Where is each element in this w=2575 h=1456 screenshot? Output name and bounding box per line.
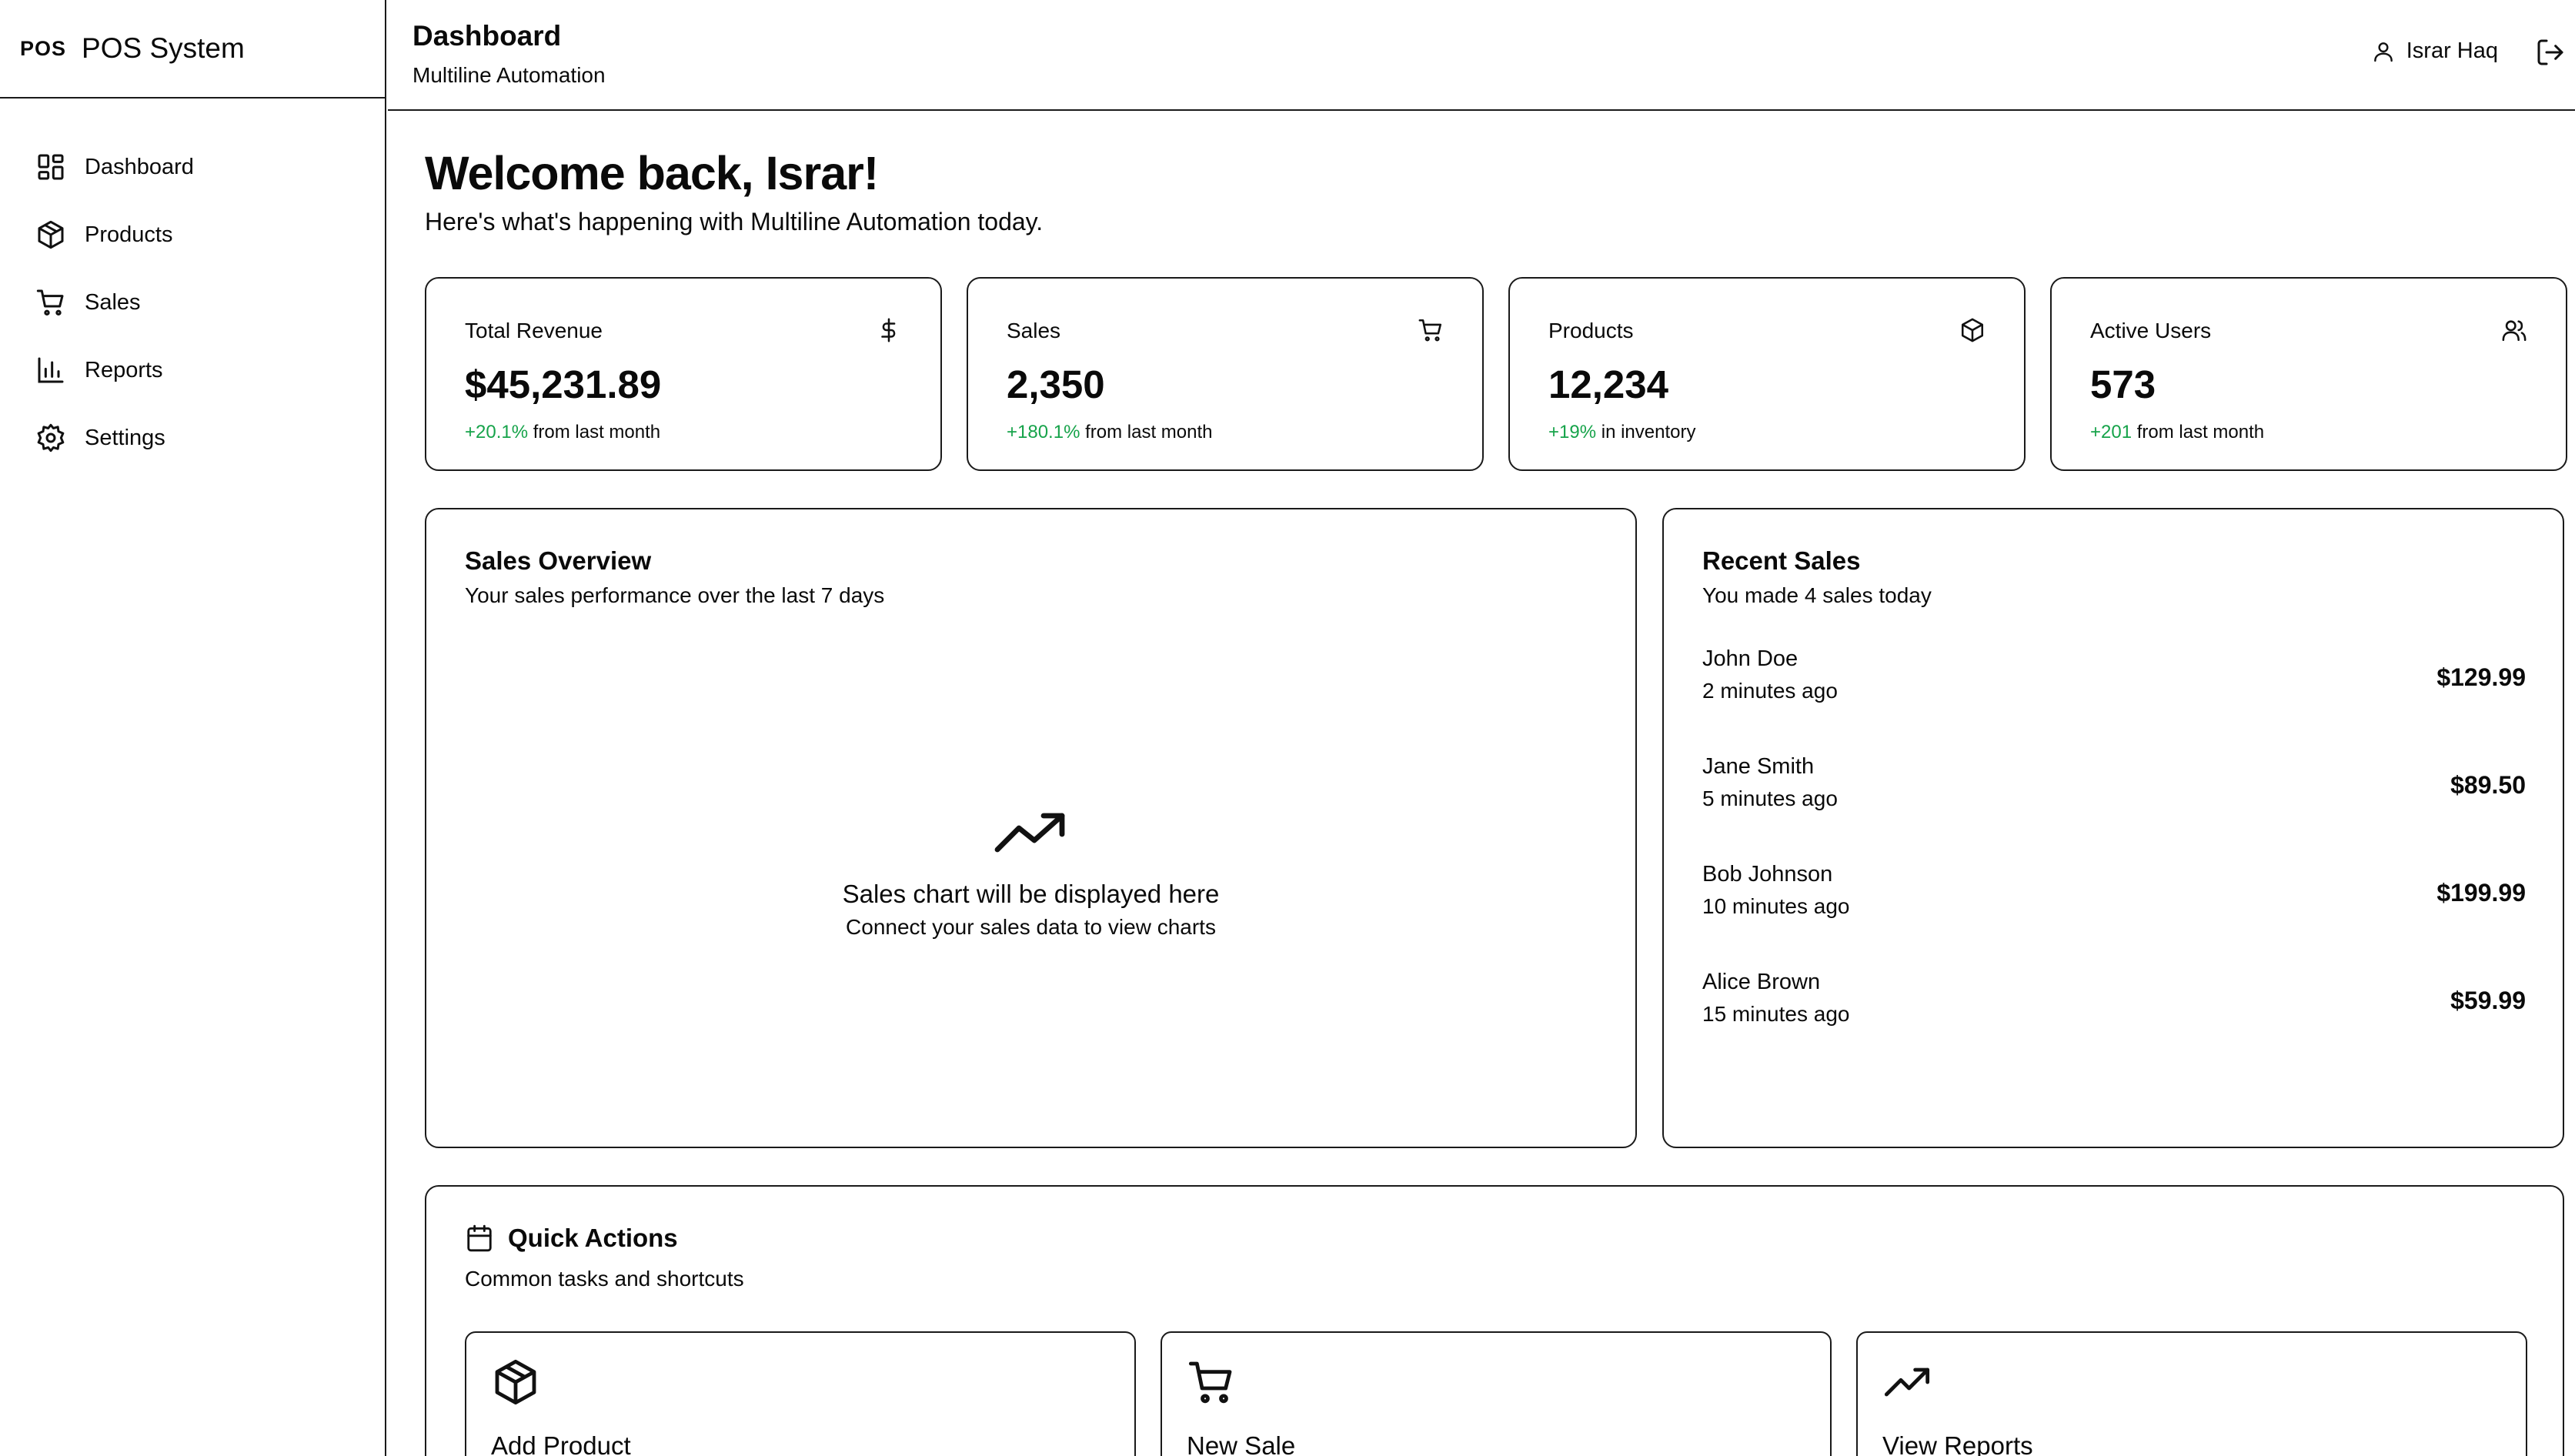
app-name: POS System	[82, 32, 245, 64]
quick-actions-heading: Quick Actions	[465, 1224, 678, 1253]
sidebar-item-products[interactable]: Products	[0, 201, 385, 269]
stat-card-products: Products 12,234 +19% in inventory	[1508, 277, 2026, 471]
brand: POS POS System	[0, 0, 385, 99]
logout-icon[interactable]	[2535, 37, 2566, 68]
sidebar-item-label: Reports	[85, 357, 163, 382]
sidebar-item-label: Sales	[85, 289, 141, 315]
panel-subtitle: Common tasks and shortcuts	[465, 1267, 744, 1291]
dollar-icon	[881, 318, 896, 342]
panel-title: Recent Sales	[1702, 546, 1861, 575]
recent-sale-row[interactable]: John Doe 2 minutes ago $129.99	[1702, 646, 2526, 716]
panel-title: Sales Overview	[465, 546, 652, 575]
customer-name: Alice Brown	[1702, 970, 1821, 994]
sidebar-item-reports[interactable]: Reports	[0, 336, 385, 404]
sidebar: POS POS System Dashboard Products Sales …	[0, 0, 386, 1456]
sale-time: 5 minutes ago	[1702, 786, 1838, 810]
stat-card-revenue: Total Revenue $45,231.89 +20.1% from las…	[425, 277, 942, 471]
stat-value: 12,234	[1548, 362, 1668, 406]
stat-card-active-users: Active Users 573 +201 from last month	[2050, 277, 2567, 471]
stat-value: 573	[2090, 362, 2156, 406]
quick-action-label: Add Product	[491, 1431, 631, 1456]
sidebar-nav: Dashboard Products Sales Reports Setting…	[0, 99, 385, 472]
stat-value: 2,350	[1007, 362, 1105, 406]
shopping-cart-icon	[1188, 1361, 1232, 1404]
chart-placeholder-subtitle: Connect your sales data to view charts	[846, 915, 1216, 939]
sale-amount: $89.50	[2450, 771, 2526, 799]
quick-action-label: New Sale	[1187, 1431, 1296, 1456]
recent-sale-row[interactable]: Bob Johnson 10 minutes ago $199.99	[1702, 862, 2526, 931]
recent-sales-panel: Recent Sales You made 4 sales today John…	[1662, 508, 2564, 1148]
user-icon	[2373, 42, 2393, 62]
stat-delta: +19%	[1548, 422, 1597, 442]
top-header: Dashboard Multiline Automation Israr Haq	[388, 0, 2575, 111]
sidebar-item-dashboard[interactable]: Dashboard	[0, 133, 385, 201]
user-menu[interactable]: Israr Haq	[2371, 38, 2498, 64]
stat-meta: +180.1% from last month	[1007, 422, 1212, 443]
stat-meta: +20.1% from last month	[465, 422, 660, 443]
shopping-cart-icon	[1418, 319, 1442, 342]
stat-delta: +180.1%	[1007, 422, 1080, 442]
stat-label: Total Revenue	[465, 319, 603, 342]
new-sale-button[interactable]: New Sale	[1161, 1331, 1832, 1456]
panel-subtitle: Your sales performance over the last 7 d…	[465, 583, 885, 607]
stat-meta: +201 from last month	[2090, 422, 2264, 443]
stat-delta: +20.1%	[465, 422, 529, 442]
user-name: Israr Haq	[2406, 38, 2498, 63]
stat-suffix: from last month	[528, 422, 661, 442]
recent-sale-row[interactable]: Alice Brown 15 minutes ago $59.99	[1702, 970, 2526, 1039]
stat-suffix: from last month	[1080, 422, 1213, 442]
sale-time: 15 minutes ago	[1702, 1002, 1850, 1026]
users-icon	[2502, 320, 2527, 342]
chart-placeholder-title: Sales chart will be displayed here	[842, 880, 1220, 908]
gear-icon	[37, 423, 65, 452]
package-icon	[1961, 318, 1984, 342]
panel-title: Quick Actions	[508, 1224, 678, 1252]
company-name: Multiline Automation	[412, 63, 606, 87]
welcome-heading: Welcome back, Israr!	[425, 147, 879, 199]
view-reports-button[interactable]: View Reports	[1856, 1331, 2527, 1456]
stat-meta: +19% in inventory	[1548, 422, 1695, 443]
trending-up-icon	[994, 813, 1064, 853]
stat-delta: +201	[2090, 422, 2132, 442]
add-product-button[interactable]: Add Product	[465, 1331, 1136, 1456]
page-title: Dashboard	[412, 20, 562, 52]
trending-up-icon	[1884, 1368, 1930, 1397]
sidebar-item-sales[interactable]: Sales	[0, 269, 385, 336]
customer-name: John Doe	[1702, 646, 1798, 671]
recent-sale-row[interactable]: Jane Smith 5 minutes ago $89.50	[1702, 754, 2526, 823]
panel-subtitle: You made 4 sales today	[1702, 583, 1932, 607]
stat-label: Sales	[1007, 319, 1061, 342]
sidebar-item-label: Dashboard	[85, 154, 194, 179]
customer-name: Bob Johnson	[1702, 862, 1833, 887]
stat-suffix: in inventory	[1596, 422, 1696, 442]
sale-time: 10 minutes ago	[1702, 894, 1850, 918]
sidebar-item-label: Settings	[85, 425, 165, 450]
sale-amount: $199.99	[2436, 879, 2526, 907]
sale-time: 2 minutes ago	[1702, 679, 1838, 703]
sale-amount: $59.99	[2450, 987, 2526, 1014]
sidebar-item-label: Products	[85, 222, 173, 247]
package-icon	[495, 1359, 536, 1405]
customer-name: Jane Smith	[1702, 754, 1815, 779]
bar-chart-icon	[38, 357, 64, 383]
calendar-icon	[467, 1224, 492, 1252]
quick-action-label: View Reports	[1882, 1431, 2033, 1456]
sales-overview-panel: Sales Overview Your sales performance ov…	[425, 508, 1637, 1148]
shopping-cart-icon	[36, 289, 64, 316]
sidebar-item-settings[interactable]: Settings	[0, 404, 385, 472]
brand-logo: POS	[20, 36, 67, 60]
quick-actions-panel: Quick Actions Common tasks and shortcuts…	[425, 1185, 2564, 1456]
sale-amount: $129.99	[2436, 663, 2526, 691]
stat-value: $45,231.89	[465, 362, 662, 406]
stat-label: Products	[1548, 319, 1634, 342]
welcome-subtitle: Here's what's happening with Multiline A…	[425, 208, 1044, 235]
stat-suffix: from last month	[2132, 422, 2265, 442]
stat-label: Active Users	[2090, 319, 2212, 342]
package-icon	[38, 220, 64, 249]
stat-card-sales: Sales 2,350 +180.1% from last month	[967, 277, 1484, 471]
chart-placeholder: Sales chart will be displayed here Conne…	[426, 810, 1635, 940]
layout-dashboard-icon	[38, 154, 64, 180]
